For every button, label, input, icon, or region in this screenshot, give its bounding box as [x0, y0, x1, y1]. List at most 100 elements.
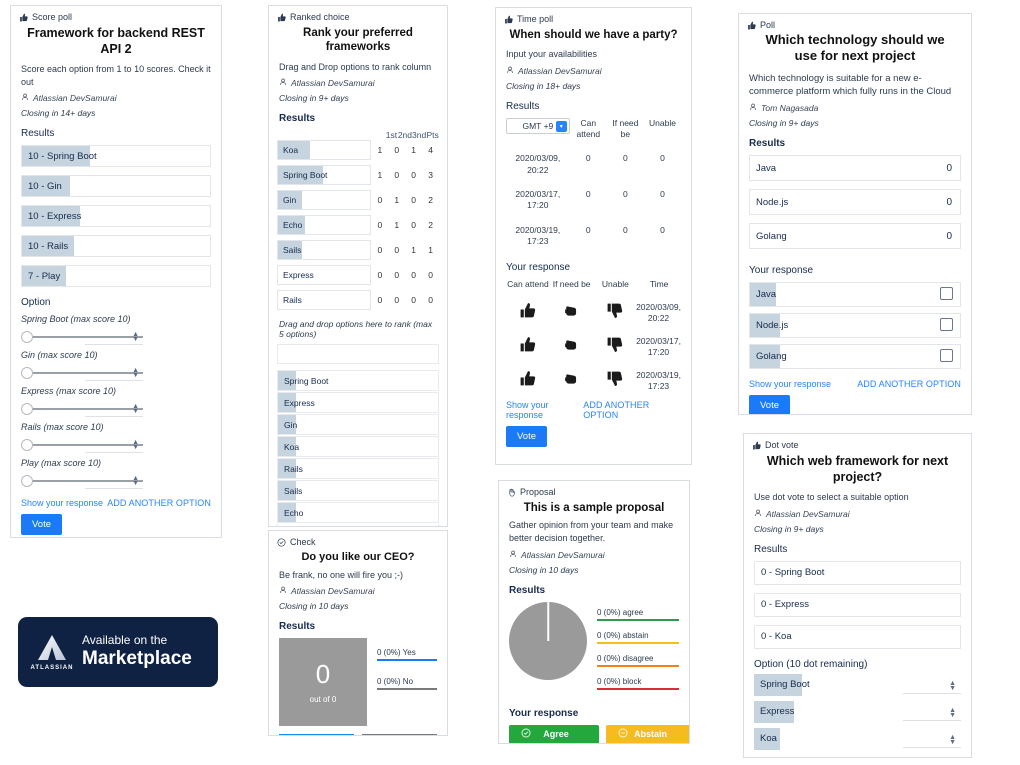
author-name: Atlassian DevSamurai: [521, 549, 605, 560]
card-type-label: Proposal: [520, 487, 556, 497]
thumbs-up-icon[interactable]: [506, 302, 549, 324]
agree-button[interactable]: Agree: [509, 724, 600, 743]
fist-icon[interactable]: [549, 370, 592, 392]
page-title: Framework for backend REST API 2: [27, 26, 205, 56]
drop-slot[interactable]: [277, 524, 439, 526]
card-author: Atlassian DevSamurai: [499, 550, 689, 565]
response-row: 2020/03/17, 17:20: [496, 336, 691, 358]
score-slider[interactable]: ▲ ▼: [21, 402, 143, 418]
card-type-label: Dot vote: [765, 440, 799, 450]
card-author: Atlassian DevSamurai: [11, 93, 221, 108]
vote-button[interactable]: Vote: [749, 395, 791, 414]
list-item[interactable]: Koa: [277, 436, 439, 458]
response-row: 2020/03/09, 20:22: [496, 302, 691, 324]
vote-button[interactable]: Vote: [506, 426, 548, 448]
cell: 0: [585, 224, 591, 235]
show-response-link[interactable]: Show your response: [21, 498, 103, 508]
checkbox[interactable]: [940, 349, 953, 363]
thumbs-down-icon[interactable]: [593, 302, 636, 324]
drag-drop-zone[interactable]: [277, 344, 439, 365]
result-label: 10 - Rails: [28, 240, 69, 252]
marketplace-line2: Marketplace: [82, 647, 192, 669]
fist-icon[interactable]: [549, 336, 592, 358]
cell: 1: [377, 145, 383, 156]
card-type-row: Dot vote: [744, 434, 971, 452]
results-label: Results: [509, 584, 546, 596]
dot-stepper[interactable]: ▲ ▼: [903, 706, 961, 721]
score-slider[interactable]: ▲ ▼: [21, 330, 143, 346]
poll-option-row[interactable]: Node.js: [749, 313, 961, 339]
thumbs-down-icon[interactable]: [593, 336, 636, 358]
author-name: Atlassian DevSamurai: [291, 586, 375, 597]
person-icon: [279, 78, 287, 88]
add-another-option-link[interactable]: ADD ANOTHER OPTION: [107, 498, 211, 508]
thumbs-up-icon[interactable]: [506, 370, 549, 392]
card-author: Atlassian DevSamurai: [744, 509, 971, 524]
time-cell: 2020/03/09, 20:22: [515, 153, 561, 175]
cell: 0: [394, 245, 400, 256]
table-row: Rails 0 0 0 0: [277, 290, 439, 311]
author-name: Atlassian DevSamurai: [33, 93, 117, 104]
score-option: Rails (max score 10) ▲ ▼: [21, 422, 211, 454]
list-item-label: Gin: [284, 419, 298, 430]
yes-button[interactable]: Yes: [279, 734, 354, 735]
checkbox[interactable]: [940, 287, 953, 301]
score-option-label: Play (max score 10): [21, 458, 102, 469]
list-item-label: Koa: [284, 441, 300, 452]
poll-option-row[interactable]: Java: [749, 282, 961, 308]
card-author: Tom Nagasada: [739, 103, 971, 118]
rank-label: Echo: [283, 220, 303, 231]
card-description: Be frank, no one will fire you ;-): [279, 569, 404, 580]
score-stepper[interactable]: ▲ ▼: [85, 438, 143, 454]
timezone-select[interactable]: GMT +9 ▾: [506, 117, 570, 134]
checkbox[interactable]: [940, 318, 953, 332]
list-item[interactable]: Express: [277, 392, 439, 414]
score-stepper[interactable]: ▲ ▼: [85, 330, 143, 346]
result-label: 0 - Koa: [761, 631, 792, 643]
card-type-row: Proposal: [499, 481, 689, 499]
cell: 1: [394, 195, 400, 206]
atlassian-marketplace-banner[interactable]: ATLASSIAN Available on the Marketplace: [18, 617, 218, 687]
time-cell: 2020/03/19, 17:23: [636, 370, 681, 392]
card-type-label: Check: [290, 537, 316, 547]
cell: 0: [622, 189, 628, 199]
list-item[interactable]: Sails: [277, 480, 439, 502]
thumbs-down-icon[interactable]: [593, 370, 636, 392]
list-item[interactable]: Rails: [277, 458, 439, 480]
score-option-label: Spring Boot (max score 10): [21, 314, 131, 325]
score-stepper[interactable]: ▲ ▼: [85, 402, 143, 418]
score-stepper[interactable]: ▲ ▼: [85, 474, 143, 490]
score-stepper[interactable]: ▲ ▼: [85, 366, 143, 382]
card-footer: Show your response ADD ANOTHER OPTION: [11, 494, 221, 514]
page-title: Which technology should we use for next …: [765, 32, 945, 64]
response-label: Your response: [749, 265, 814, 277]
add-another-option-link[interactable]: ADD ANOTHER OPTION: [857, 379, 961, 389]
score-option-label: Express (max score 10): [21, 386, 117, 397]
poll-option-row[interactable]: Golang: [749, 344, 961, 370]
abstain-button[interactable]: Abstain: [606, 724, 689, 743]
result-label: 0 - Spring Boot: [761, 567, 825, 579]
thumbs-up-icon[interactable]: [506, 336, 549, 358]
cell: 0: [428, 270, 433, 281]
card-type-label: Poll: [760, 20, 776, 30]
show-response-link[interactable]: Show your response: [506, 400, 583, 420]
add-another-option-link[interactable]: ADD ANOTHER OPTION: [583, 400, 681, 420]
list-item[interactable]: Gin: [277, 414, 439, 436]
show-response-link[interactable]: Show your response: [749, 379, 831, 389]
score-slider[interactable]: ▲ ▼: [21, 474, 143, 490]
result-row: 7 - Play: [21, 265, 211, 288]
cell: 0: [660, 224, 665, 235]
legend-item: 0 (0%) abstain: [597, 631, 679, 644]
dot-stepper[interactable]: ▲ ▼: [903, 679, 961, 694]
timezone-value: GMT +9: [522, 120, 554, 131]
list-item[interactable]: Echo: [277, 502, 439, 524]
card-description: Gather opinion from your team and make b…: [509, 520, 674, 543]
vote-button[interactable]: Vote: [21, 514, 63, 536]
score-slider[interactable]: ▲ ▼: [21, 438, 143, 454]
result-label: 7 - Play: [28, 270, 61, 282]
no-button[interactable]: ✕ No: [362, 734, 437, 735]
list-item[interactable]: Spring Boot: [277, 370, 439, 392]
fist-icon[interactable]: [549, 302, 592, 324]
dot-stepper[interactable]: ▲ ▼: [903, 733, 961, 748]
score-slider[interactable]: ▲ ▼: [21, 366, 143, 382]
